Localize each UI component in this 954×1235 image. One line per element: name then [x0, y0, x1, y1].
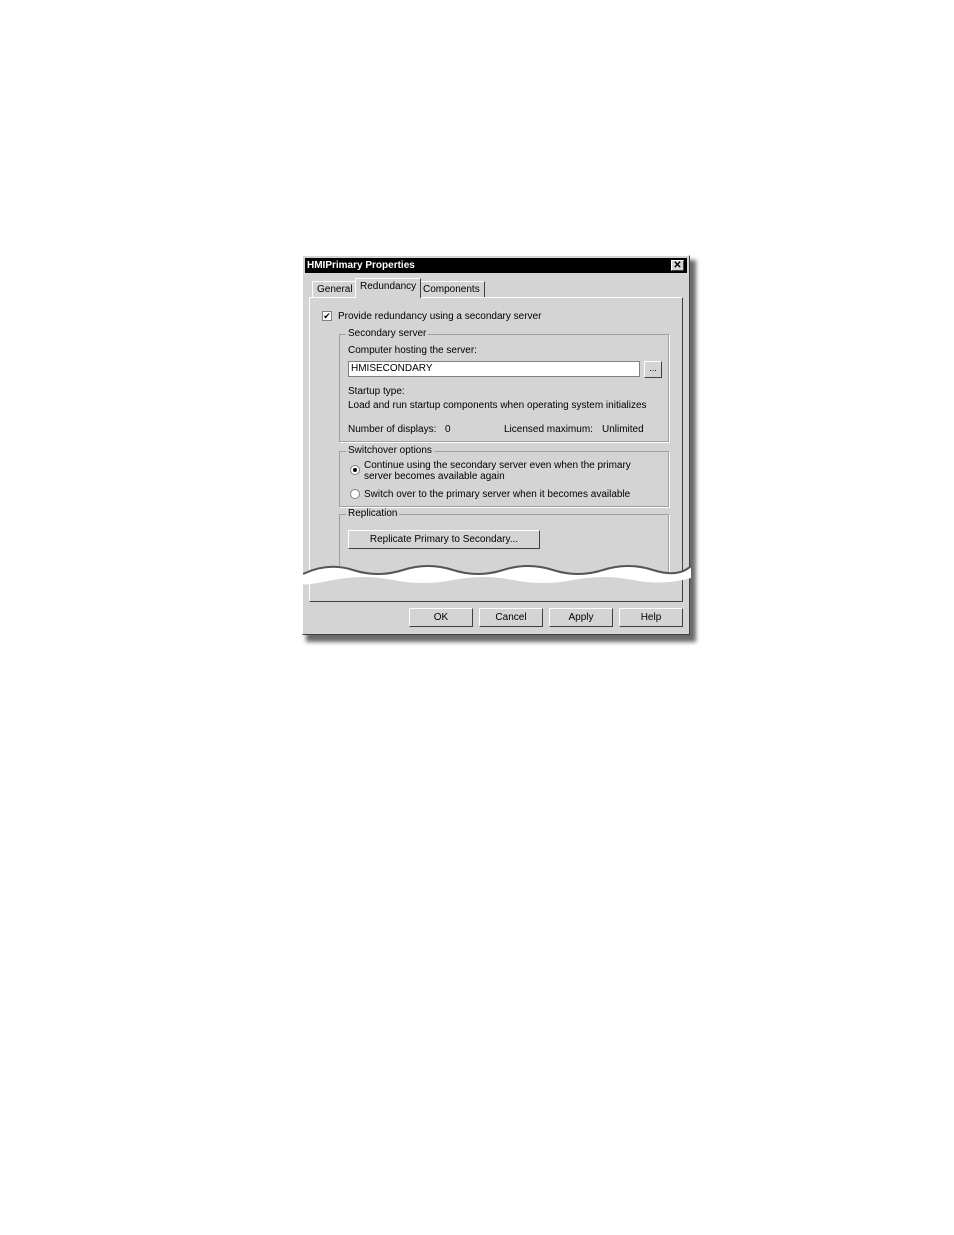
- secondary-server-group-title: Secondary server: [346, 328, 429, 339]
- startup-type-label: Startup type:: [348, 386, 405, 397]
- radio-continue-secondary-label[interactable]: Continue using the secondary server even…: [364, 460, 644, 482]
- replicate-button[interactable]: Replicate Primary to Secondary...: [348, 530, 540, 549]
- title-bar: HMIPrimary Properties ✕: [305, 258, 687, 273]
- ok-button[interactable]: OK: [409, 608, 473, 627]
- radio-continue-secondary[interactable]: [350, 465, 360, 475]
- startup-type-value: Load and run startup components when ope…: [348, 400, 647, 411]
- apply-button[interactable]: Apply: [549, 608, 613, 627]
- host-label: Computer hosting the server:: [348, 345, 477, 356]
- window-title: HMIPrimary Properties: [307, 260, 415, 271]
- redundancy-checkbox-label[interactable]: Provide redundancy using a secondary ser…: [338, 311, 541, 322]
- licensed-label: Licensed maximum:: [504, 424, 593, 435]
- tab-general[interactable]: General: [312, 281, 358, 297]
- host-input[interactable]: HMISECONDARY: [348, 361, 640, 377]
- tear-edge: [303, 565, 691, 585]
- help-button[interactable]: Help: [619, 608, 683, 627]
- licensed-value: Unlimited: [602, 424, 644, 435]
- browse-button[interactable]: ...: [644, 361, 662, 378]
- radio-switch-primary-label[interactable]: Switch over to the primary server when i…: [364, 489, 630, 500]
- redundancy-checkbox[interactable]: ✔: [322, 311, 332, 321]
- close-icon[interactable]: ✕: [671, 260, 684, 271]
- displays-value: 0: [445, 424, 451, 435]
- displays-label: Number of displays:: [348, 424, 437, 435]
- tab-components[interactable]: Components: [418, 281, 485, 297]
- tab-redundancy[interactable]: Redundancy: [355, 278, 422, 298]
- cancel-button[interactable]: Cancel: [479, 608, 543, 627]
- switchover-group-title: Switchover options: [346, 445, 434, 456]
- replication-group-title: Replication: [346, 508, 400, 519]
- radio-switch-primary[interactable]: [350, 489, 360, 499]
- properties-dialog: HMIPrimary Properties ✕ General Redundan…: [302, 255, 691, 635]
